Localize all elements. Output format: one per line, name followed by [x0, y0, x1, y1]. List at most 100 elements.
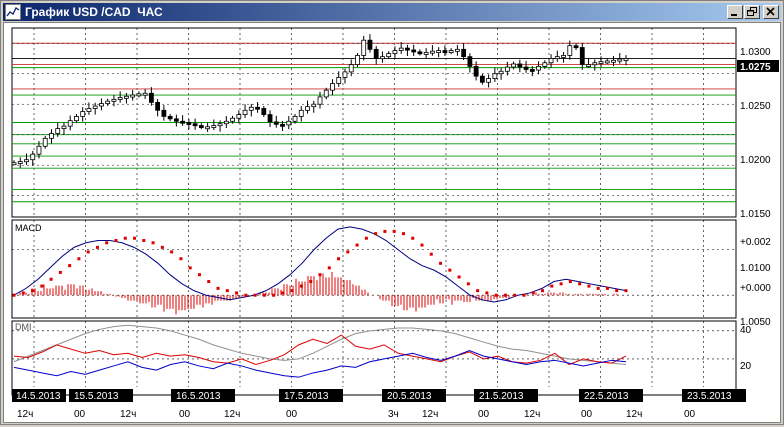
candle-body [242, 109, 248, 115]
macd-signal-point [401, 232, 405, 236]
candle-body [373, 48, 379, 59]
candle-body [11, 162, 17, 166]
chart-area[interactable]: 1.0300 1.0250 1.0200 1.0150 1.0100 1.005… [3, 22, 781, 423]
candle-body [261, 108, 267, 115]
candle-body [155, 101, 161, 111]
macd-signal-point [327, 266, 331, 270]
chart-svg[interactable]: 1.0300 1.0250 1.0200 1.0150 1.0100 1.005… [4, 23, 780, 422]
macd-signal-point [531, 291, 535, 295]
date-label: 20.5.2013 [387, 391, 432, 402]
candle-body [124, 95, 129, 99]
macd-signal-point [133, 236, 137, 240]
dmi-panel[interactable] [11, 320, 737, 396]
time-tick-label: 00 [581, 409, 593, 420]
macd-signal-point [494, 293, 498, 297]
macd-signal-point [476, 289, 480, 293]
candle-body [454, 48, 460, 52]
current-price-label: 1.0275 [740, 62, 771, 73]
macd-signal-point [522, 293, 526, 297]
macd-signal-point [383, 229, 387, 233]
macd-signal-point [411, 236, 415, 240]
candle-body [99, 103, 104, 107]
candle-body [80, 111, 86, 117]
candle-body [317, 96, 323, 105]
macd-level-label: +0.000 [740, 283, 771, 294]
candle-body [330, 83, 335, 91]
candle-body [567, 45, 573, 56]
candle-body [86, 108, 92, 112]
restore-button[interactable] [744, 5, 760, 19]
candle-body [273, 121, 279, 125]
candle-body [380, 56, 385, 60]
candle-body [461, 48, 467, 58]
dmi-level-label: 40 [740, 325, 752, 336]
macd-signal-point [272, 293, 276, 297]
candle-body [205, 126, 210, 130]
candle-body [473, 66, 479, 77]
macd-signal-point [40, 284, 44, 288]
price-level-label: 1.0150 [740, 209, 771, 220]
candle-body [180, 120, 186, 124]
macd-signal-point [262, 293, 266, 297]
candle-body [323, 89, 329, 98]
macd-signal-point [299, 284, 303, 288]
candle-body [355, 55, 360, 65]
macd-signal-point [151, 241, 155, 245]
time-tick-label: 12ч [224, 409, 240, 420]
time-tick-label: 12ч [17, 409, 33, 420]
candle-body [411, 49, 417, 53]
macd-signal-point [160, 245, 164, 249]
macd-signal-point [550, 284, 554, 288]
candle-body [405, 47, 410, 51]
time-tick-label: 00 [478, 409, 490, 420]
macd-signal-point [420, 243, 424, 247]
time-tick-label: 3ч [388, 409, 399, 420]
price-level-label: 1.0250 [740, 101, 771, 112]
candle-body [30, 153, 36, 161]
close-button[interactable] [763, 5, 779, 19]
macd-signal-point [559, 282, 563, 286]
date-label: 23.5.2013 [687, 391, 732, 402]
candle-body [448, 50, 454, 53]
macd-signal-point [290, 289, 294, 293]
minimize-button[interactable] [727, 5, 743, 19]
macd-signal-point [207, 280, 211, 284]
chart-window: График USD /CAD ЧАС 1.0300 1.0250 1.0200… [0, 0, 784, 425]
candle-body [342, 71, 348, 78]
macd-signal-point [142, 239, 146, 243]
candle-body [292, 116, 298, 122]
candle-body [417, 51, 423, 55]
candle-body [55, 128, 61, 134]
macd-signal-point [179, 257, 183, 261]
candle-body [267, 114, 273, 123]
candle-body [523, 66, 529, 70]
candle-body [92, 105, 98, 109]
macd-signal-point [513, 293, 517, 297]
macd-signal-point [429, 252, 433, 256]
macd-signal-point [605, 286, 609, 290]
time-tick-label: 00 [179, 409, 191, 420]
candle-body [117, 97, 123, 100]
date-label: 14.5.2013 [16, 391, 61, 402]
candle-body [136, 93, 142, 97]
candle-body [148, 92, 154, 103]
macd-level-label: +0.002 [740, 237, 771, 248]
minimize-icon [731, 14, 737, 16]
title-bar[interactable]: График USD /CAD ЧАС [3, 3, 781, 21]
macd-signal-point [253, 293, 257, 297]
candle-body [105, 100, 111, 105]
candle-body [173, 118, 179, 122]
candle-body [436, 50, 442, 53]
date-label: 16.5.2013 [176, 391, 221, 402]
macd-signal-point [318, 273, 322, 277]
macd-signal-point [114, 239, 118, 243]
macd-signal-point [541, 289, 545, 293]
time-tick-label: 00 [684, 409, 696, 420]
macd-panel[interactable] [11, 219, 737, 319]
dmi-level-label: 20 [740, 361, 752, 372]
date-label: 22.5.2013 [584, 391, 629, 402]
time-tick-label: 12ч [422, 409, 438, 420]
candle-body [142, 92, 148, 96]
candle-body [479, 75, 485, 83]
macd-signal-point [346, 250, 350, 254]
